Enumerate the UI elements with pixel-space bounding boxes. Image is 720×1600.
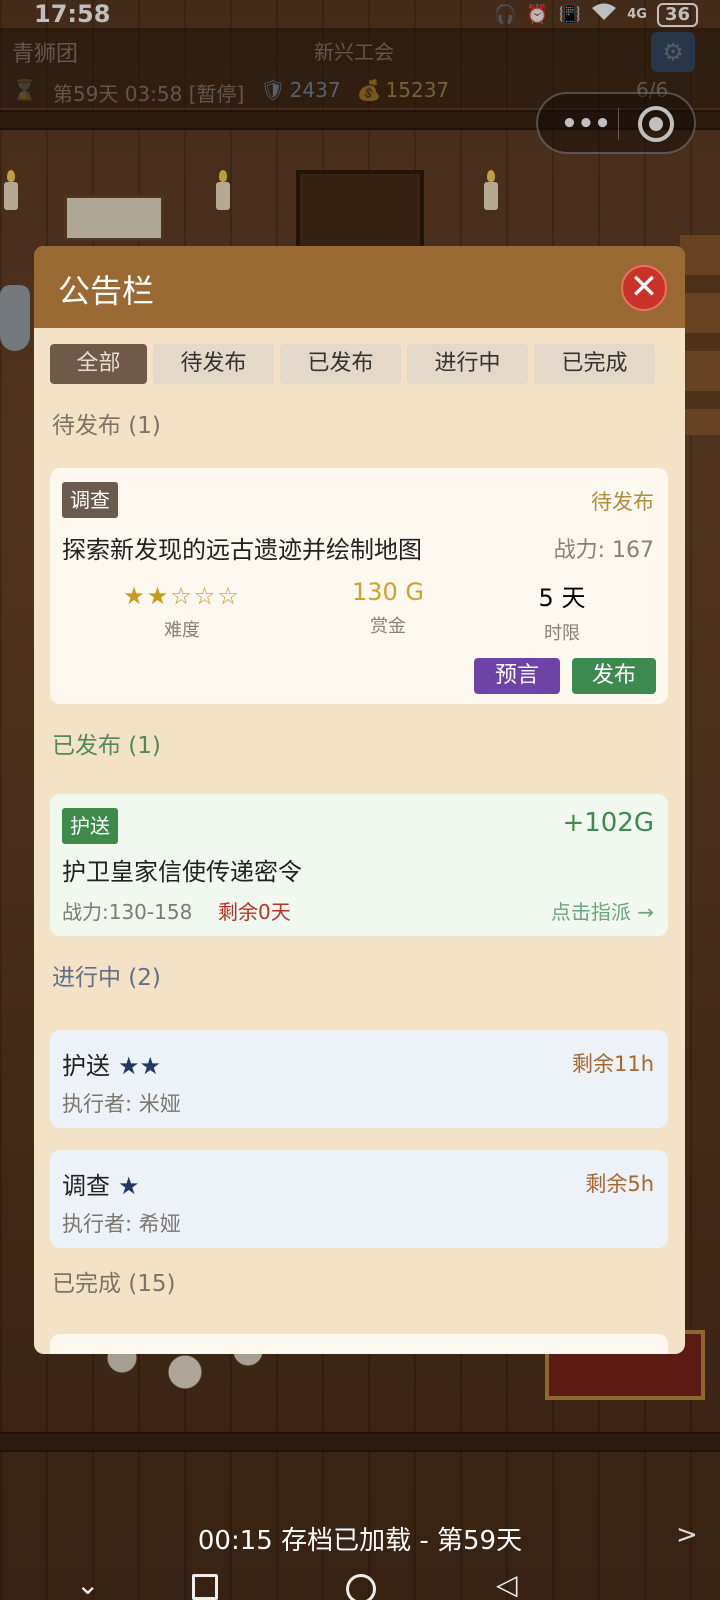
assign-link[interactable]: 点击指派 → (551, 896, 654, 925)
section-title-pending: 待发布 (1) (52, 413, 161, 439)
quest-name: 护卫皇家信使传递密令 (62, 858, 302, 886)
quest-remaining: 剩余0天 (218, 900, 291, 924)
difficulty-stat: ★★☆☆☆ 难度 (102, 582, 262, 642)
next-arrow-icon[interactable]: > (676, 1520, 698, 1550)
quest-stars: ★★ (118, 1052, 162, 1080)
back-button[interactable]: ◁ (496, 1570, 518, 1600)
recents-button[interactable] (192, 1574, 218, 1600)
save-loaded-toast: 00:15 存档已加载 - 第59天 (197, 1526, 523, 1556)
in-progress-quest-card[interactable]: 调查 ★ 剩余5h 执行者: 希娅 (50, 1150, 668, 1248)
quest-name: 探索新发现的远古遗迹并绘制地图 (62, 536, 422, 564)
deadline-stat: 5 天 时限 (482, 578, 642, 645)
section-title-completed: 已完成 (15) (52, 1271, 176, 1297)
quest-stars: ★ (118, 1172, 140, 1200)
modal-header: 公告栏 ✕ (34, 246, 685, 328)
quest-name: 调查 ★ (62, 1172, 140, 1200)
tab-pending[interactable]: 待发布 (153, 344, 274, 384)
publish-button[interactable]: 发布 (572, 658, 656, 694)
tab-completed[interactable]: 已完成 (534, 344, 655, 384)
quest-type-tag: 调查 (62, 482, 118, 518)
quest-executor: 执行者: 希娅 (62, 1212, 181, 1236)
difficulty-label: 难度 (164, 620, 200, 641)
published-quest-card[interactable]: 护送 +102G 护卫皇家信使传递密令 战力:130-158 剩余0天 点击指派… (50, 794, 668, 936)
reward-label: 赏金 (370, 616, 406, 637)
system-nav-bar: ⌄ ◁ (0, 1566, 720, 1600)
in-progress-quest-card[interactable]: 护送 ★★ 剩余11h 执行者: 米娅 (50, 1030, 668, 1128)
quest-power-range: 战力:130-158 (62, 900, 193, 924)
close-button[interactable]: ✕ (621, 265, 667, 311)
quest-time-left: 剩余11h (571, 1052, 654, 1076)
bulletin-board-modal: 公告栏 ✕ 全部 待发布 已发布 进行中 已完成 待发布 (1) 调查 待发布 … (34, 246, 685, 1354)
quest-executor: 执行者: 米娅 (62, 1092, 181, 1116)
completed-quest-card[interactable] (50, 1334, 668, 1354)
section-title-published: 已发布 (1) (52, 733, 161, 759)
quest-type-tag: 护送 (62, 808, 118, 844)
home-button[interactable] (346, 1574, 376, 1600)
quest-time-left: 剩余5h (585, 1172, 654, 1196)
quest-power: 战力: 167 (553, 538, 654, 563)
tab-all[interactable]: 全部 (50, 344, 147, 384)
deadline-value: 5 天 (538, 584, 586, 612)
deadline-label: 时限 (544, 623, 580, 644)
section-title-in-progress: 进行中 (2) (52, 965, 161, 991)
tab-published[interactable]: 已发布 (280, 344, 401, 384)
collapse-chevron-icon[interactable]: ⌄ (76, 1570, 99, 1600)
difficulty-stars: ★★☆☆☆ (123, 582, 241, 610)
reward-value: 130 G (351, 578, 425, 606)
filter-tabs: 全部 待发布 已发布 进行中 已完成 (50, 344, 655, 384)
quest-reward: +102G (562, 808, 654, 838)
quest-name: 护送 ★★ (62, 1052, 162, 1080)
pending-quest-card[interactable]: 调查 待发布 探索新发现的远古遗迹并绘制地图 战力: 167 ★★☆☆☆ 难度 … (50, 468, 668, 704)
modal-title: 公告栏 (58, 272, 155, 310)
reward-stat: 130 G 赏金 (308, 578, 468, 638)
quest-status: 待发布 (591, 490, 654, 514)
tab-in-progress[interactable]: 进行中 (407, 344, 528, 384)
prophecy-button[interactable]: 预言 (474, 658, 560, 694)
